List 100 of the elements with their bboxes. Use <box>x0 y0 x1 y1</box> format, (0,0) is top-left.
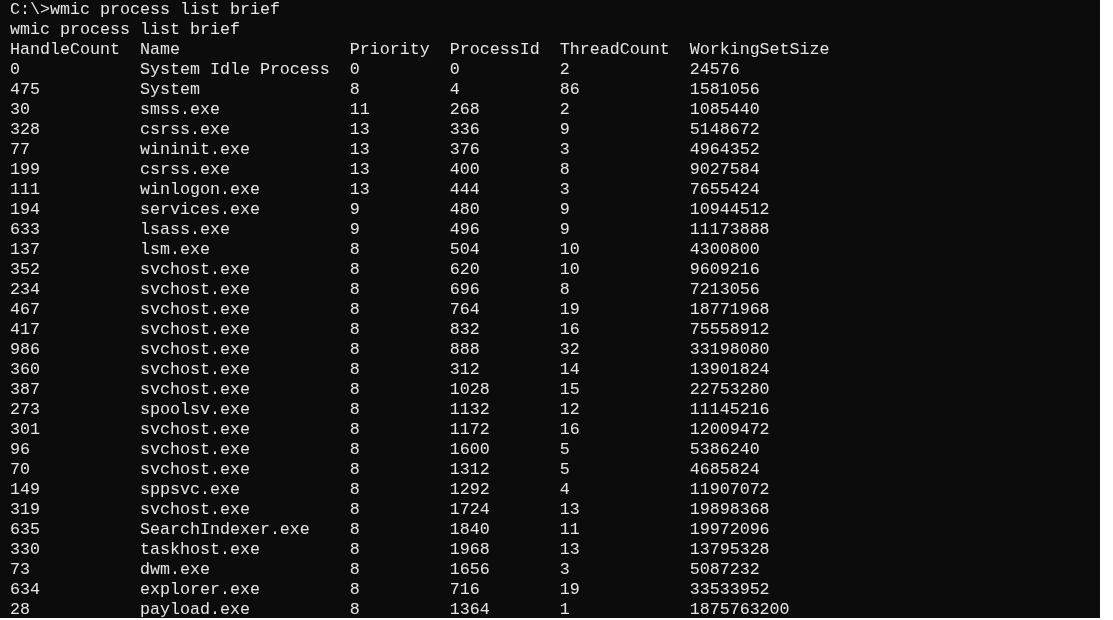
table-cell: svchost.exe <box>139 320 250 340</box>
table-cell: 149 <box>10 480 40 500</box>
table-cell: svchost.exe <box>139 420 250 440</box>
table-cell: 10 <box>559 260 580 280</box>
table-cell: 268 <box>449 100 480 120</box>
table-cell: 11 <box>349 100 370 120</box>
table-cell: 10944512 <box>689 200 770 220</box>
table-cell: 1840 <box>449 520 490 540</box>
table-cell: 1875763200 <box>689 600 790 618</box>
table-cell: 22753280 <box>689 380 770 400</box>
table-cell: explorer.exe <box>139 580 260 600</box>
table-cell: 475 <box>10 80 40 100</box>
table-cell: 9 <box>559 120 570 140</box>
table-cell: 387 <box>10 380 40 400</box>
table-cell: 75558912 <box>689 320 770 340</box>
table-cell: 716 <box>449 580 480 600</box>
table-cell: 5 <box>559 460 570 480</box>
table-cell: 312 <box>449 360 480 380</box>
table-cell: 13 <box>349 120 370 140</box>
table-cell: 635 <box>10 520 40 540</box>
table-cell: 8 <box>349 420 360 440</box>
table-cell: 2 <box>559 60 570 80</box>
table-cell: 24576 <box>689 60 740 80</box>
table-cell: 4 <box>559 480 570 500</box>
command-line: C:\>wmic process list brief <box>10 0 280 20</box>
table-cell: 96 <box>10 440 30 460</box>
table-cell: 8 <box>349 480 360 500</box>
table-cell: 7655424 <box>689 180 760 200</box>
table-cell: 1028 <box>449 380 490 400</box>
table-cell: 9 <box>559 220 570 240</box>
table-cell: 19972096 <box>689 520 770 540</box>
table-cell: 4300800 <box>689 240 760 260</box>
table-cell: 194 <box>10 200 40 220</box>
table-cell: 1724 <box>449 500 490 520</box>
table-cell: 1292 <box>449 480 490 500</box>
table-cell: 9609216 <box>689 260 760 280</box>
table-cell: services.exe <box>139 200 260 220</box>
table-cell: 16 <box>559 420 580 440</box>
table-cell: 467 <box>10 300 40 320</box>
table-cell: 13 <box>559 500 580 520</box>
table-cell: 444 <box>449 180 480 200</box>
column-header: HandleCount <box>10 40 120 60</box>
table-cell: svchost.exe <box>139 300 250 320</box>
table-cell: 3 <box>559 560 570 580</box>
table-cell: 888 <box>449 340 480 360</box>
table-cell: 8 <box>349 440 360 460</box>
table-cell: 11 <box>559 520 580 540</box>
table-cell: 330 <box>10 540 40 560</box>
column-header: Priority <box>349 40 430 60</box>
table-cell: 19 <box>559 580 580 600</box>
table-cell: 9 <box>559 200 570 220</box>
table-cell: 13901824 <box>689 360 770 380</box>
table-cell: 5148672 <box>689 120 760 140</box>
table-cell: 0 <box>349 60 360 80</box>
table-cell: 1085440 <box>689 100 760 120</box>
table-cell: 8 <box>349 340 360 360</box>
table-cell: 2 <box>559 100 570 120</box>
table-cell: 13 <box>559 540 580 560</box>
table-cell: 376 <box>449 140 480 160</box>
table-cell: 1172 <box>449 420 490 440</box>
table-cell: svchost.exe <box>139 500 250 520</box>
table-cell: 111 <box>10 180 40 200</box>
table-cell: 832 <box>449 320 480 340</box>
table-cell: 273 <box>10 400 40 420</box>
table-cell: 73 <box>10 560 30 580</box>
table-cell: 8 <box>349 560 360 580</box>
column-header: ThreadCount <box>559 40 670 60</box>
table-cell: System Idle Process <box>139 60 330 80</box>
table-cell: 9 <box>349 200 360 220</box>
table-cell: 3 <box>559 140 570 160</box>
table-cell: 696 <box>449 280 480 300</box>
table-cell: 8 <box>349 400 360 420</box>
table-cell: 480 <box>449 200 480 220</box>
table-cell: smss.exe <box>139 100 220 120</box>
table-cell: spoolsv.exe <box>139 400 250 420</box>
table-cell: 8 <box>349 260 360 280</box>
table-cell: 1312 <box>449 460 490 480</box>
table-cell: csrss.exe <box>139 120 230 140</box>
table-cell: 3 <box>559 180 570 200</box>
table-cell: lsass.exe <box>139 220 230 240</box>
table-cell: 15 <box>559 380 580 400</box>
table-cell: 634 <box>10 580 40 600</box>
table-cell: 19 <box>559 300 580 320</box>
table-cell: 8 <box>349 520 360 540</box>
column-header: Name <box>139 40 180 60</box>
table-cell: wininit.exe <box>139 140 250 160</box>
table-cell: 8 <box>349 580 360 600</box>
table-cell: 16 <box>559 320 580 340</box>
table-cell: 8 <box>349 320 360 340</box>
table-cell: dwm.exe <box>139 560 210 580</box>
table-cell: 8 <box>559 280 570 300</box>
table-cell: 400 <box>449 160 480 180</box>
table-cell: 986 <box>10 340 40 360</box>
table-cell: svchost.exe <box>139 340 250 360</box>
table-cell: 199 <box>10 160 40 180</box>
table-cell: 13 <box>349 140 370 160</box>
echo-line: wmic process list brief <box>10 20 240 40</box>
table-cell: 13 <box>349 160 370 180</box>
table-cell: 8 <box>349 460 360 480</box>
table-cell: 32 <box>559 340 580 360</box>
